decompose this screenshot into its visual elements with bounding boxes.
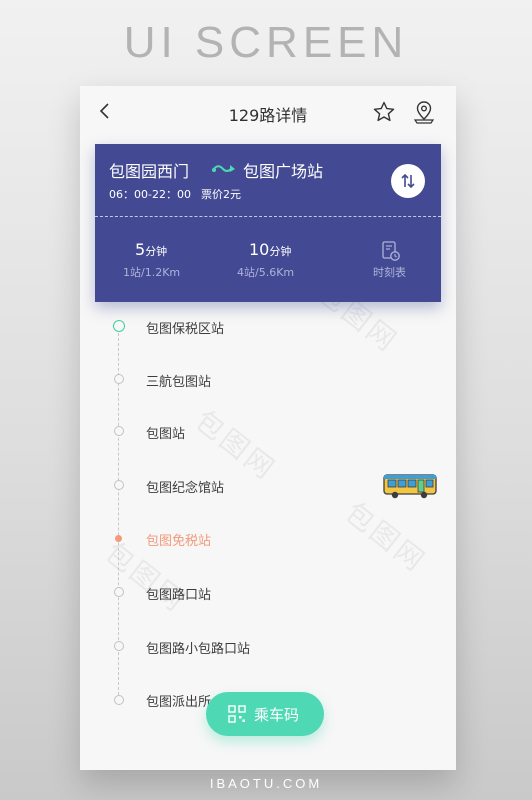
stat-ride-detail: 4站/5.6Km bbox=[237, 266, 295, 279]
watermark: 包图网 bbox=[188, 403, 283, 487]
stop-marker bbox=[114, 480, 124, 490]
banner-title: UI SCREEN bbox=[123, 18, 409, 67]
timetable-label: 时刻表 bbox=[373, 266, 406, 279]
bus-icon bbox=[383, 474, 437, 499]
watermark: 包图网 bbox=[338, 495, 433, 579]
swap-icon bbox=[401, 173, 415, 189]
ride-code-button[interactable]: 乘车码 bbox=[206, 692, 324, 736]
route-arrow-icon bbox=[212, 165, 235, 172]
service-hours: 06：00-22：00 bbox=[109, 188, 191, 201]
favorite-button[interactable] bbox=[372, 100, 396, 124]
stop-name: 包图路口站 bbox=[146, 588, 212, 603]
stop-marker bbox=[114, 587, 124, 597]
location-pin-icon bbox=[413, 101, 435, 124]
ride-code-label: 乘车码 bbox=[254, 706, 300, 724]
origin-station: 包图园西门 bbox=[109, 162, 190, 181]
stop-marker bbox=[114, 695, 124, 705]
stop-marker-current bbox=[113, 320, 125, 332]
stop-name: 包图保税区站 bbox=[146, 322, 225, 337]
stat-value: 5 bbox=[135, 240, 146, 259]
stop-name: 包图纪念馆站 bbox=[146, 481, 225, 496]
timetable-icon bbox=[382, 241, 400, 261]
stop-marker bbox=[114, 374, 124, 384]
qr-code-icon bbox=[228, 705, 246, 723]
swap-direction-button[interactable] bbox=[391, 164, 425, 198]
stat-unit: 分钟 bbox=[145, 245, 168, 258]
footer-site: IBAOTU.COM bbox=[209, 776, 323, 791]
stop-name: 包图站 bbox=[146, 427, 186, 442]
stat-ride-time: 10分钟 bbox=[249, 240, 291, 259]
stat-value: 10 bbox=[249, 240, 270, 259]
stop-name: 包图派出所 bbox=[146, 695, 212, 710]
stat-unit: 分钟 bbox=[269, 245, 292, 258]
nav-bar: 129路详情 bbox=[80, 86, 456, 140]
star-icon bbox=[373, 101, 395, 122]
route-card: 包图园西门 包图广场站 06：00-22：00 票价2元 5分钟 1站/1.2K… bbox=[95, 144, 441, 302]
stop-name: 包图路小包路口站 bbox=[146, 642, 251, 657]
fare-label: 票价2元 bbox=[201, 188, 241, 201]
stop-marker bbox=[114, 641, 124, 651]
stat-walk-detail: 1站/1.2Km bbox=[123, 266, 181, 279]
stop-name: 包图免税站 bbox=[146, 534, 212, 549]
stat-walk-time: 5分钟 bbox=[135, 240, 167, 259]
location-button[interactable] bbox=[412, 99, 436, 125]
stop-marker-alert bbox=[115, 535, 122, 542]
phone-screen: 包图网 包图网 包图网 包图网 129路详情 包图园西门 包图广场站 06：00… bbox=[80, 86, 456, 770]
destination-station: 包图广场站 bbox=[243, 162, 324, 181]
card-divider bbox=[95, 216, 441, 217]
stop-name: 三航包图站 bbox=[146, 375, 212, 390]
stop-marker bbox=[114, 426, 124, 436]
page-title: 129路详情 bbox=[228, 106, 308, 125]
